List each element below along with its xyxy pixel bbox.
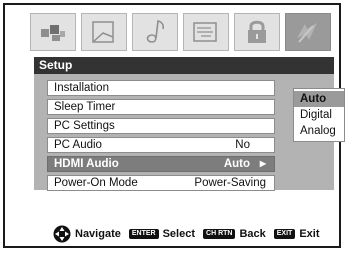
help-bar: Navigate ENTER Select CH RTN Back EXIT E… [5, 222, 339, 246]
back-label: Back [239, 228, 266, 240]
tab-setup[interactable] [285, 13, 331, 51]
exit-key-icon: EXIT [273, 229, 296, 239]
tab-audio[interactable] [132, 13, 178, 51]
option-digital[interactable]: Digital [294, 107, 344, 123]
hdmi-audio-value: Auto [223, 158, 250, 170]
exit-label: Exit [299, 228, 320, 240]
hdmi-audio-options: Auto Digital Analog [293, 88, 345, 142]
menu-item-label: PC Settings [54, 120, 115, 132]
tab-preferences[interactable] [183, 13, 229, 51]
setup-menu: Installation Sleep Timer PC Settings PC … [47, 80, 275, 194]
dpad-icon [53, 225, 75, 243]
navigate-hint: Navigate [53, 225, 121, 243]
panel-title: Setup [34, 57, 334, 74]
tab-picture[interactable] [81, 13, 127, 51]
preferences-icon [191, 19, 221, 45]
tab-lock[interactable] [234, 13, 280, 51]
menu-item-sleep-timer[interactable]: Sleep Timer [47, 99, 275, 115]
menu-item-label: PC Audio [54, 139, 102, 151]
option-auto[interactable]: Auto [294, 91, 344, 107]
tv-screen: Setup Installation Sleep Timer PC Settin… [3, 3, 345, 248]
option-analog[interactable]: Analog [294, 123, 344, 139]
menu-item-label: Power-On Mode [54, 177, 138, 189]
lock-icon [242, 18, 272, 46]
chrtn-key-icon: CH RTN [203, 229, 236, 239]
back-hint: CH RTN Back [203, 228, 266, 240]
select-hint: ENTER Select [128, 228, 196, 240]
picture-icon [89, 19, 119, 45]
setup-panel: Setup Installation Sleep Timer PC Settin… [34, 57, 345, 191]
navigate-label: Navigate [75, 228, 121, 240]
chevron-right-icon: ▶ [259, 159, 266, 168]
pc-audio-value: No [235, 139, 250, 151]
enter-key-icon: ENTER [128, 229, 159, 239]
menu-item-label: Sleep Timer [54, 101, 116, 113]
video-icon [38, 20, 68, 44]
menu-item-installation[interactable]: Installation [47, 80, 275, 96]
select-label: Select [162, 228, 196, 240]
menu-item-power-on-mode[interactable]: Power-On Mode Power-Saving [47, 175, 275, 191]
menu-item-pc-audio[interactable]: PC Audio No [47, 137, 275, 153]
menu-tabs [30, 13, 331, 51]
power-on-mode-value: Power-Saving [194, 177, 266, 189]
setup-icon [293, 18, 323, 46]
menu-item-label: Installation [54, 82, 109, 94]
menu-item-label: HDMI Audio [54, 158, 119, 170]
exit-hint: EXIT Exit [273, 228, 320, 240]
audio-icon [140, 18, 170, 46]
tab-video[interactable] [30, 13, 76, 51]
menu-item-pc-settings[interactable]: PC Settings [47, 118, 275, 134]
menu-item-hdmi-audio[interactable]: HDMI Audio Auto ▶ [47, 156, 275, 172]
